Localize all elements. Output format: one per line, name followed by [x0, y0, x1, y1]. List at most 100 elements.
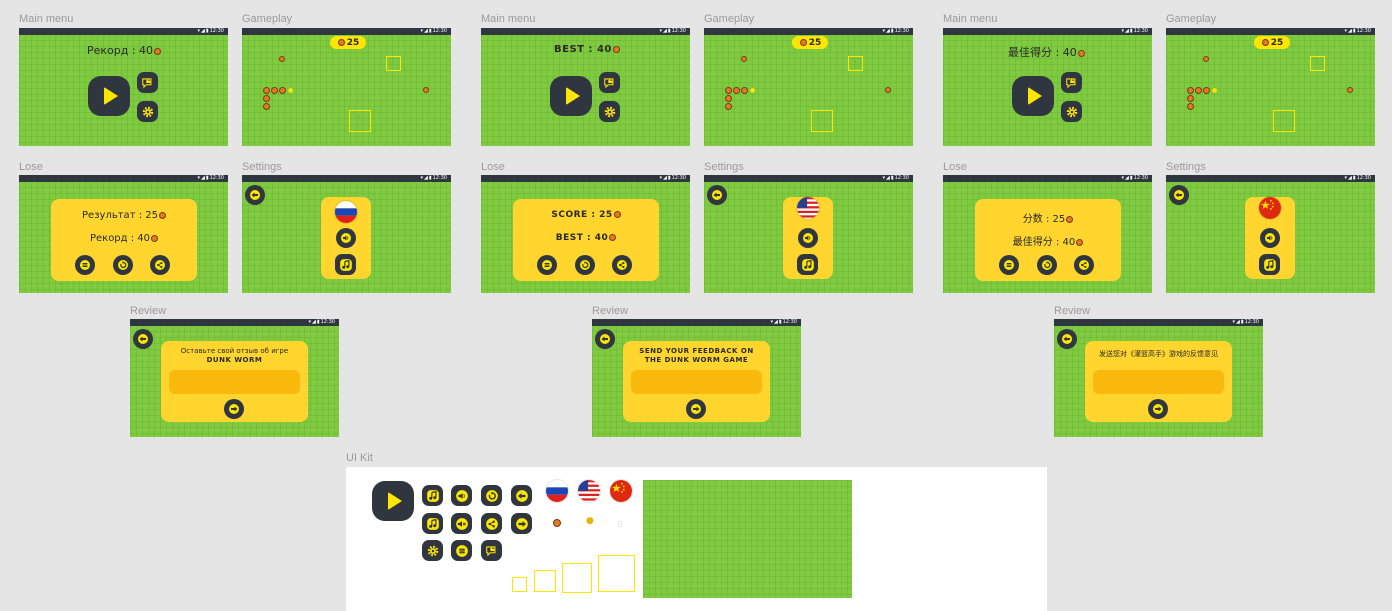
arrow-left-icon: [1061, 333, 1073, 345]
wifi-icon: ▾: [308, 319, 311, 325]
kit-sound-button[interactable]: [451, 485, 472, 506]
russia-flag-icon[interactable]: [335, 201, 357, 223]
send-button[interactable]: [1148, 399, 1168, 419]
status-time: 12:30: [671, 175, 686, 181]
status-time: 12:30: [320, 319, 335, 325]
kit-restart-button[interactable]: [481, 485, 502, 506]
settings-button[interactable]: [137, 101, 158, 122]
snake-segment: [725, 103, 732, 110]
arrow-right-icon: [228, 403, 240, 415]
score-text: SCORE : 25: [513, 210, 659, 220]
music-button[interactable]: [335, 254, 356, 275]
send-button[interactable]: [224, 399, 244, 419]
restart-button[interactable]: [113, 255, 133, 275]
menu-icon: [541, 259, 553, 271]
settings-button[interactable]: [1061, 101, 1082, 122]
kit-mute-button[interactable]: [451, 513, 472, 534]
back-button[interactable]: [245, 185, 265, 205]
screen-settings-ru: ▾◢▮12:30: [242, 175, 451, 293]
battery-icon: ▮: [890, 28, 894, 34]
wifi-icon: ▾: [882, 28, 885, 34]
feedback-input[interactable]: [169, 370, 300, 394]
music-button[interactable]: [797, 254, 818, 275]
sound-button[interactable]: [1260, 228, 1280, 248]
frame-label-settings-ru: Settings: [242, 161, 282, 173]
music-icon: [1263, 258, 1277, 272]
ball-icon: [158, 211, 166, 219]
mute-icon: [455, 517, 469, 531]
kit-back-button[interactable]: [511, 485, 532, 506]
battery-icon: ▮: [316, 319, 320, 325]
kit-feedback-button[interactable]: [481, 540, 502, 561]
sound-button[interactable]: [336, 228, 356, 248]
menu-button[interactable]: [75, 255, 95, 275]
wifi-icon: ▾: [1344, 28, 1347, 34]
share-icon: [616, 259, 628, 271]
gear-icon: [426, 544, 440, 558]
share-button[interactable]: [612, 255, 632, 275]
wifi-icon: ▾: [420, 175, 423, 181]
kit-play-button[interactable]: [372, 481, 414, 521]
menu-button[interactable]: [537, 255, 557, 275]
china-flag-icon: [610, 480, 632, 502]
settings-button[interactable]: [599, 101, 620, 122]
menu-icon: [1003, 259, 1015, 271]
snake-head-sprite: ●: [586, 516, 594, 526]
sound-button[interactable]: [798, 228, 818, 248]
back-button[interactable]: [133, 329, 153, 349]
ball-icon: [1261, 39, 1269, 46]
feedback-icon: [141, 76, 155, 90]
screen-lose-ru: ▾◢▮12:30 Результат : 25 Рекорд : 40: [19, 175, 228, 293]
kit-menu-button[interactable]: [451, 540, 472, 561]
play-button[interactable]: [1012, 76, 1054, 116]
frame-label-gameplay-en: Gameplay: [704, 13, 755, 25]
feedback-button[interactable]: [599, 72, 620, 93]
speaker-icon: [340, 232, 352, 244]
settings-panel: [1245, 197, 1295, 279]
kit-music-alt-button[interactable]: [422, 513, 443, 534]
kit-share-button[interactable]: [481, 513, 502, 534]
frame-label-lose-en: Lose: [481, 161, 505, 173]
signal-icon: ◢: [885, 28, 890, 34]
status-bar: ▾◢▮12:30: [1166, 28, 1375, 35]
status-bar: ▾◢▮12:30: [1166, 175, 1375, 182]
back-button[interactable]: [595, 329, 615, 349]
food-ball: [279, 56, 285, 62]
menu-icon: [455, 544, 469, 558]
frame-label-main-menu-en: Main menu: [481, 13, 536, 25]
snake-segment: [1187, 103, 1194, 110]
review-game-name: THE DUNK WORM GAME: [644, 356, 749, 364]
feedback-input[interactable]: [1093, 370, 1224, 394]
send-button[interactable]: [686, 399, 706, 419]
feedback-input[interactable]: [631, 370, 762, 394]
signal-icon: ◢: [662, 175, 667, 181]
back-button[interactable]: [1057, 329, 1077, 349]
best-text: 最佳得分 : 40: [1008, 44, 1085, 60]
status-bar: ▾◢▮12:30: [481, 175, 690, 182]
snake-head: ●: [750, 87, 756, 94]
menu-button[interactable]: [999, 255, 1019, 275]
music-icon: [426, 489, 440, 503]
arrow-left-icon: [137, 333, 149, 345]
back-button[interactable]: [707, 185, 727, 205]
share-button[interactable]: [1074, 255, 1094, 275]
restart-button[interactable]: [575, 255, 595, 275]
play-button[interactable]: [88, 76, 130, 116]
music-button[interactable]: [1259, 254, 1280, 275]
wifi-icon: ▾: [1344, 175, 1347, 181]
kit-forward-button[interactable]: [511, 513, 532, 534]
feedback-button[interactable]: [137, 72, 158, 93]
play-button[interactable]: [550, 76, 592, 116]
frame-label-lose-ru: Lose: [19, 161, 43, 173]
feedback-button[interactable]: [1061, 72, 1082, 93]
snake-segment: [263, 95, 270, 102]
kit-settings-button[interactable]: [422, 540, 443, 561]
back-button[interactable]: [1169, 185, 1189, 205]
kit-music-button[interactable]: [422, 485, 443, 506]
food-ball: [423, 87, 429, 93]
usa-flag-icon[interactable]: [797, 197, 819, 219]
china-flag-icon[interactable]: [1259, 197, 1281, 219]
share-button[interactable]: [150, 255, 170, 275]
ball-icon: [1076, 238, 1084, 246]
restart-button[interactable]: [1037, 255, 1057, 275]
